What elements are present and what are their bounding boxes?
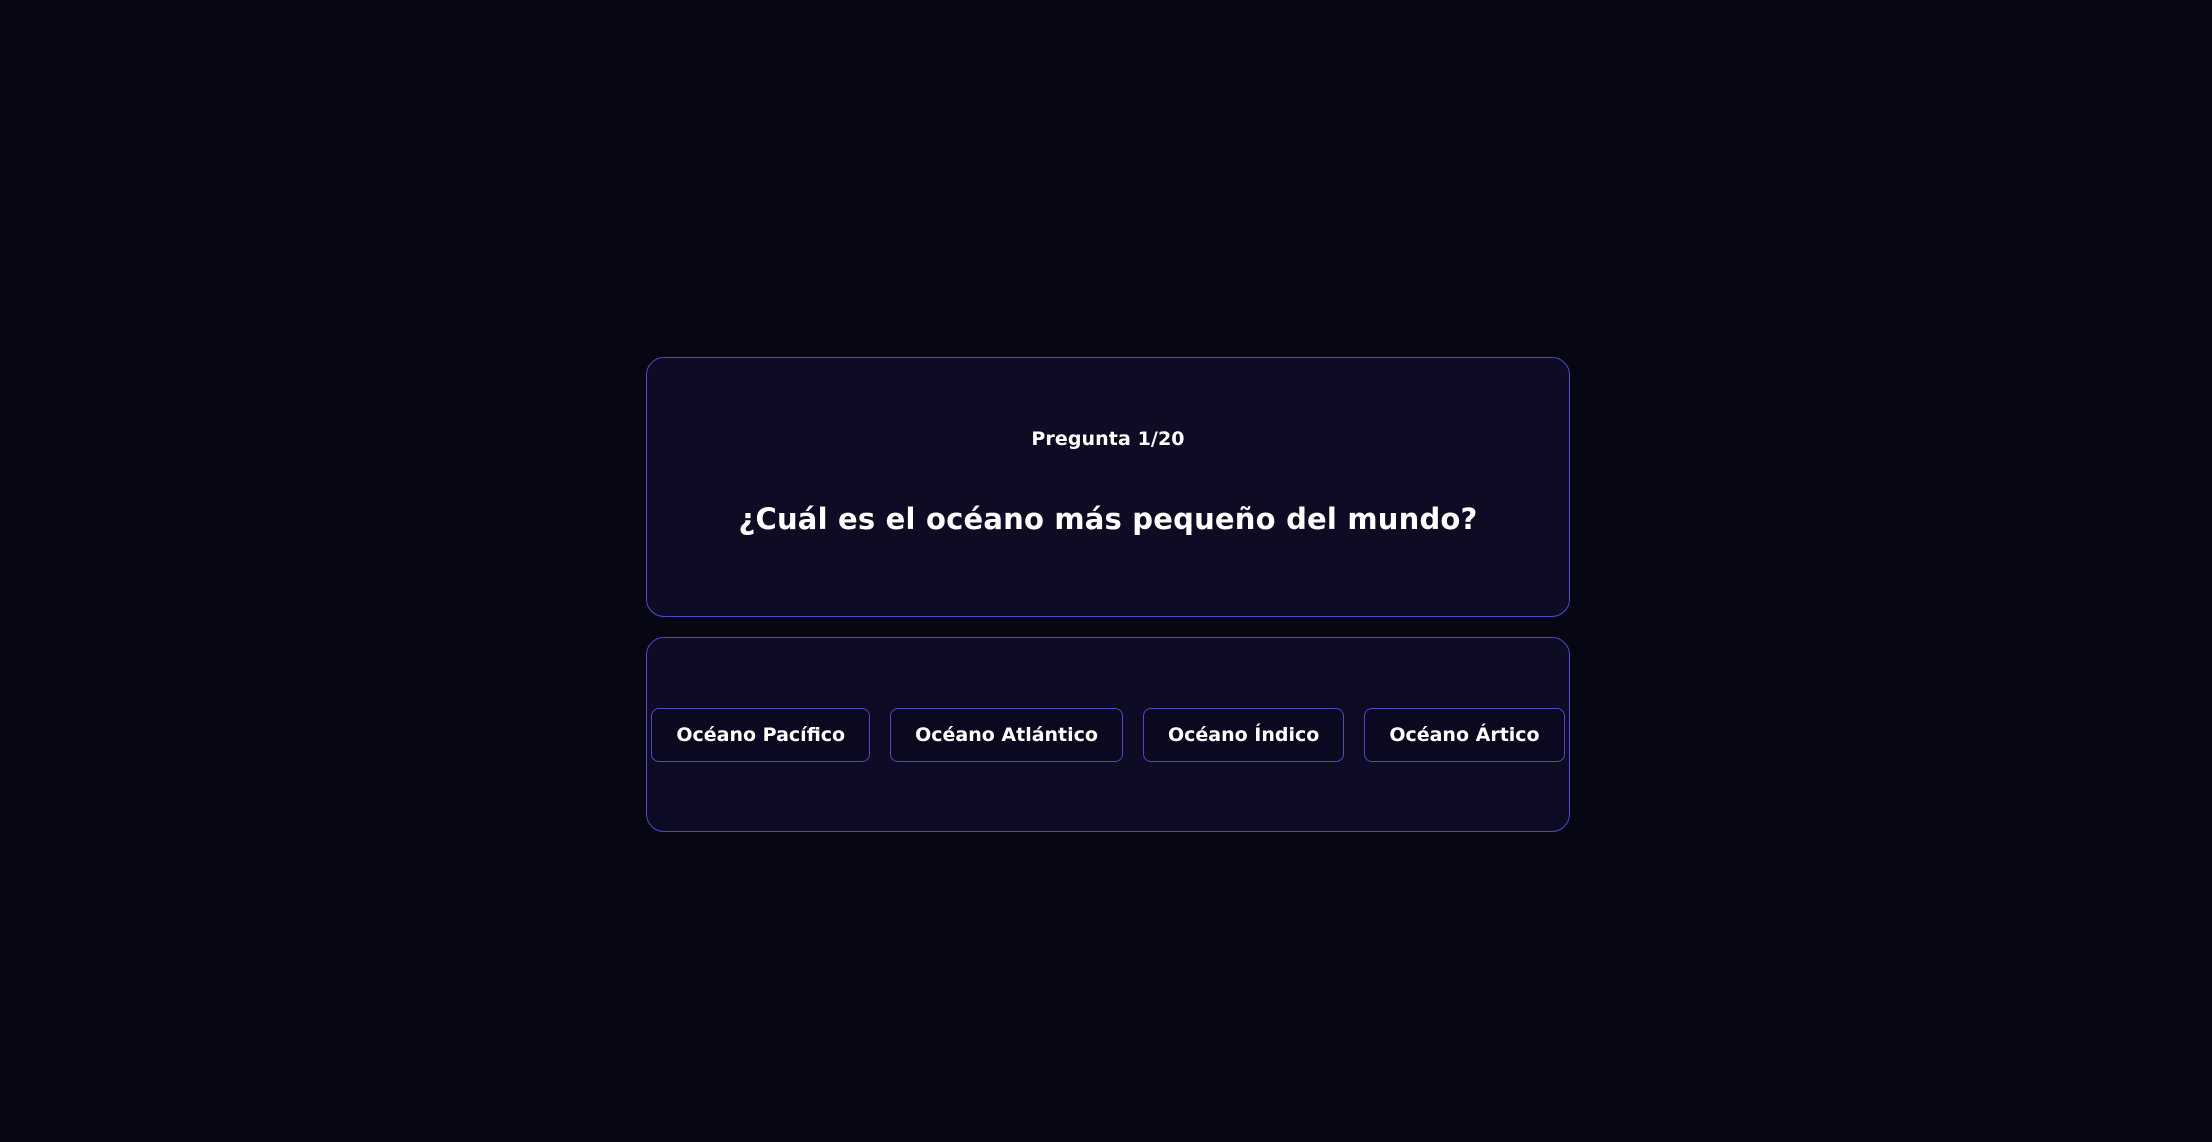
- question-text: ¿Cuál es el océano más pequeño del mundo…: [738, 502, 1478, 536]
- answer-button-atlantico[interactable]: Océano Atlántico: [890, 707, 1123, 762]
- answer-button-indico[interactable]: Océano Índico: [1142, 707, 1345, 762]
- question-card: Pregunta 1/20 ¿Cuál es el océano más peq…: [646, 357, 1570, 617]
- answers-card: Océano Pacífico Océano Atlántico Océano …: [646, 637, 1570, 832]
- question-counter: Pregunta 1/20: [1031, 428, 1185, 450]
- answer-button-pacifico[interactable]: Océano Pacífico: [651, 707, 871, 762]
- quiz-container: Pregunta 1/20 ¿Cuál es el océano más peq…: [646, 357, 1570, 832]
- answer-button-artico[interactable]: Océano Ártico: [1364, 707, 1565, 762]
